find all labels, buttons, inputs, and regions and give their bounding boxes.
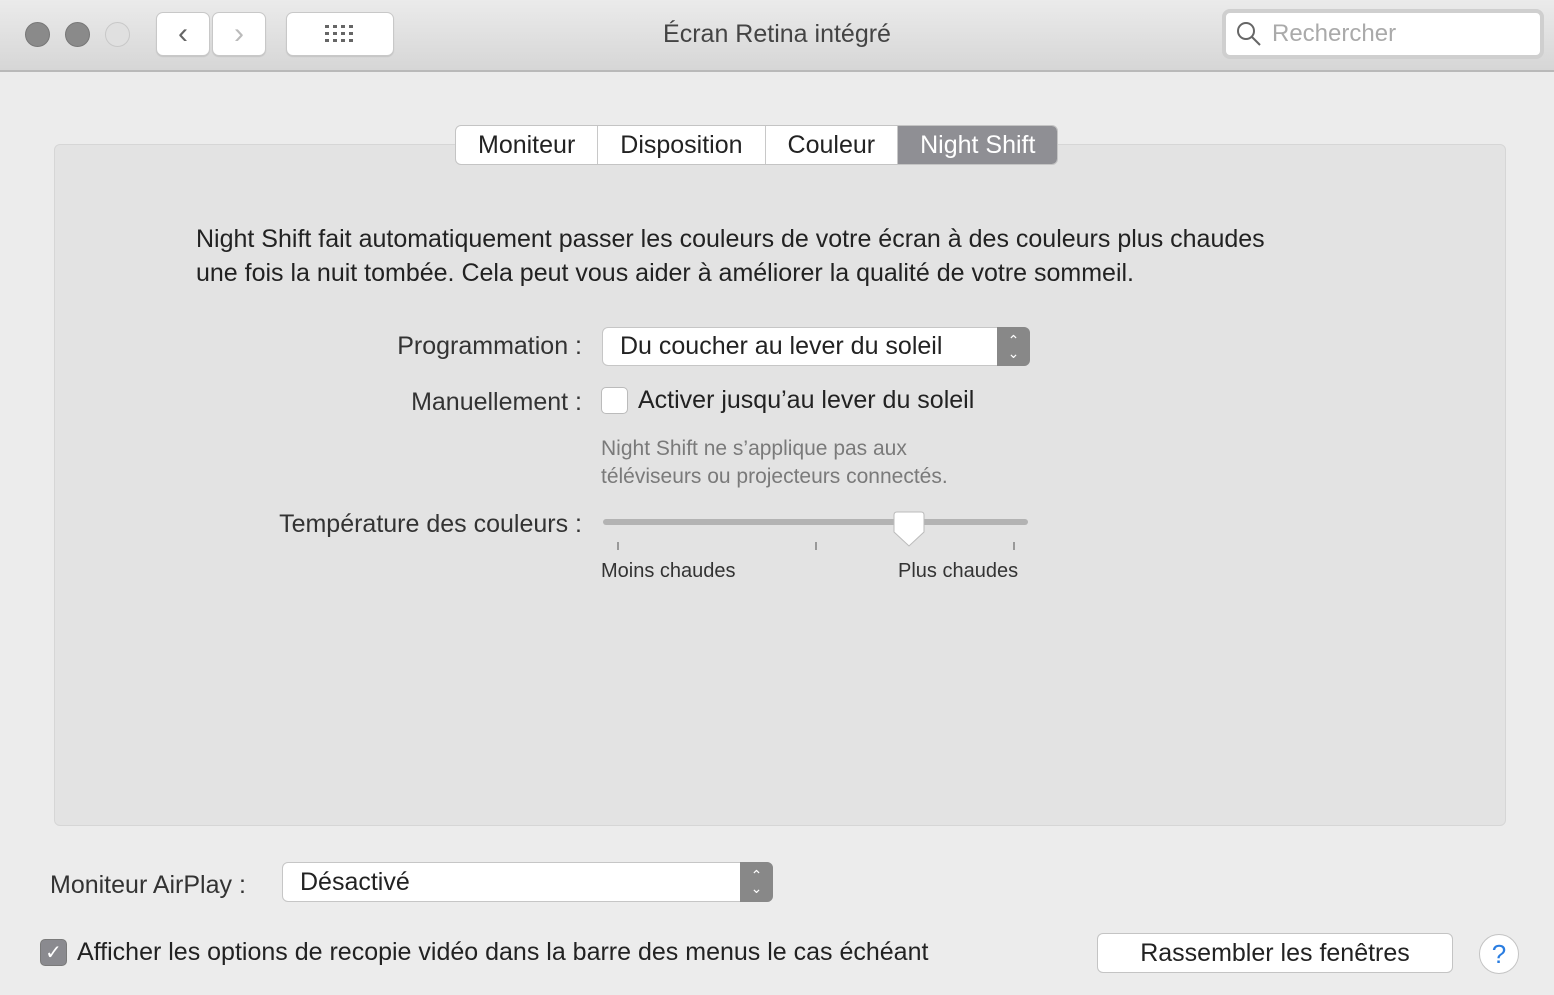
slider-max-label: Plus chaudes [898, 560, 1019, 582]
temperature-label: Température des couleurs : [279, 510, 582, 538]
gather-windows-button[interactable]: Rassembler les fenêtres [1097, 933, 1453, 973]
title-bar: ‹ › Écran Retina intégré Rechercher [0, 0, 1554, 72]
airplay-select[interactable]: Désactivé ⌃ ⌄ [282, 862, 773, 902]
schedule-label: Programmation : [397, 332, 582, 360]
schedule-value: Du coucher au lever du soleil [620, 332, 943, 360]
manual-checkbox[interactable] [601, 387, 628, 414]
tab-night-shift[interactable]: Night Shift [898, 126, 1058, 164]
updown-chevron-icon: ⌃ ⌄ [740, 862, 773, 902]
tab-disposition[interactable]: Disposition [598, 126, 766, 164]
checkmark-icon: ✓ [45, 942, 62, 964]
slider-tick [815, 542, 817, 550]
manual-label: Manuellement : [411, 388, 582, 416]
slider-tick [1013, 542, 1015, 550]
manual-checkbox-label[interactable]: Activer jusqu’au lever du soleil [638, 386, 974, 415]
note-line: Night Shift ne s’applique pas aux [601, 437, 907, 460]
tab-couleur[interactable]: Couleur [766, 126, 899, 164]
temperature-slider-thumb[interactable] [893, 511, 925, 547]
search-input[interactable]: Rechercher [1222, 9, 1544, 59]
slider-min-label: Moins chaudes [601, 560, 736, 582]
search-placeholder: Rechercher [1272, 20, 1397, 47]
tab-bar: Moniteur Disposition Couleur Night Shift [455, 125, 1059, 165]
description: Night Shift fait automatiquement passer … [196, 222, 1265, 290]
description-line: une fois la nuit tombée. Cela peut vous … [196, 259, 1135, 287]
help-button[interactable]: ? [1479, 934, 1519, 974]
search-icon [1237, 22, 1261, 46]
airplay-value: Désactivé [300, 867, 410, 896]
night-shift-note: Night Shift ne s’applique pas aux télévis… [601, 435, 948, 491]
temperature-slider-track[interactable] [603, 519, 1028, 525]
description-line: Night Shift fait automatiquement passer … [196, 225, 1265, 253]
mirroring-label[interactable]: Afficher les options de recopie vidéo da… [77, 938, 928, 967]
schedule-select[interactable]: Du coucher au lever du soleil ⌃ ⌄ [602, 327, 1030, 366]
mirroring-checkbox[interactable]: ✓ [40, 939, 67, 966]
note-line: téléviseurs ou projecteurs connectés. [601, 465, 948, 488]
updown-chevron-icon: ⌃ ⌄ [997, 327, 1030, 366]
airplay-label: Moniteur AirPlay : [50, 871, 246, 899]
slider-tick [617, 542, 619, 550]
tab-moniteur[interactable]: Moniteur [456, 126, 599, 164]
